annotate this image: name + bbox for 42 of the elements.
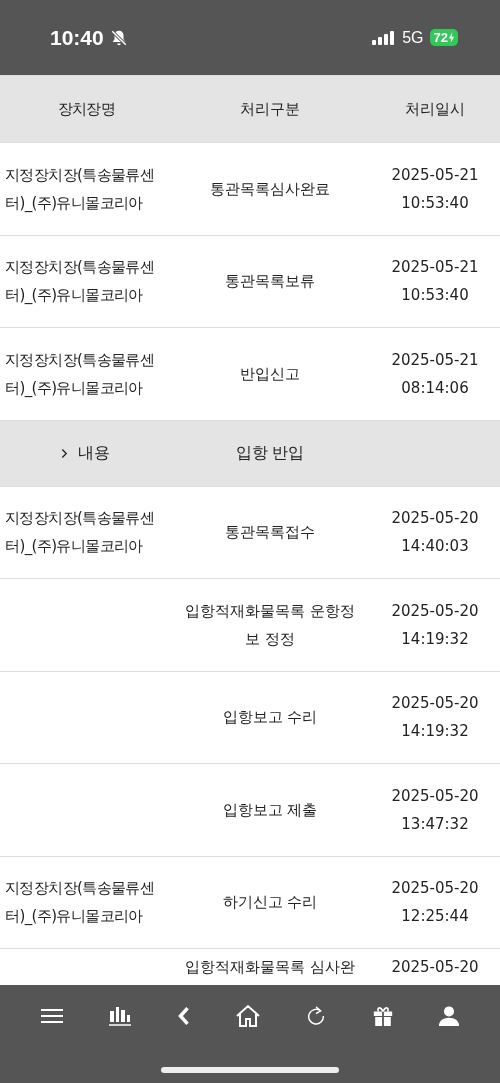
gift-icon[interactable] bbox=[371, 1005, 394, 1027]
bar-chart-icon[interactable] bbox=[108, 1006, 133, 1026]
table-cell-text: 지정장치장(특송물류센터)_(주)유니몰코리아 bbox=[5, 878, 156, 928]
home-icon[interactable] bbox=[235, 1004, 261, 1028]
table-cell-text: 지정장치장(특송물류센터)_(주)유니몰코리아 bbox=[5, 257, 156, 307]
table-cell-text: 2025-05-20 14:40:03 bbox=[391, 508, 479, 558]
table-cell-text: 2025-05-21 08:14:06 bbox=[391, 349, 479, 399]
signal-icon bbox=[372, 30, 395, 45]
expand-toggle[interactable]: 내용 bbox=[0, 442, 170, 464]
battery-indicator: 72 bbox=[429, 29, 458, 46]
column-header: 장치장명 bbox=[56, 99, 117, 120]
menu-icon[interactable] bbox=[40, 1008, 65, 1024]
column-header: 처리일시 bbox=[404, 99, 466, 120]
table-cell-text: 반입신고 bbox=[240, 363, 300, 385]
table-cell-text: 통관목록심사완료 bbox=[210, 178, 330, 200]
table-cell-text: 2025-05-21 10:53:40 bbox=[391, 257, 479, 307]
table-cell-text: 2025-05-20 12:25:44 bbox=[391, 878, 479, 928]
table-cell-text: 2025-05-20 14:19:32 bbox=[391, 693, 479, 743]
column-header: 처리구분 bbox=[239, 99, 301, 120]
table-cell-text: 입항적재화물목록 심사완 bbox=[185, 957, 355, 978]
table-cell-text: 입항보고 수리 bbox=[222, 707, 318, 729]
back-icon[interactable] bbox=[176, 1005, 191, 1027]
table-cell-text: 지정장치장(특송물류센터)_(주)유니몰코리아 bbox=[5, 164, 156, 214]
network-label: 5G bbox=[402, 28, 424, 47]
table-cell-text: 지정장치장(특송물류센터)_(주)유니몰코리아 bbox=[5, 349, 156, 399]
table-cell-text: 지정장치장(특송물류센터)_(주)유니몰코리아 bbox=[5, 508, 156, 558]
table-cell-text: 2025-05-21 10:53:40 bbox=[391, 164, 479, 214]
table-cell-text: 2025-05-20 bbox=[391, 957, 479, 978]
table-cell-text: 통관목록보류 bbox=[225, 271, 315, 293]
section-label: 내용 bbox=[77, 442, 110, 464]
section-value: 입항 반입 bbox=[234, 442, 306, 464]
table-cell-text: 입항적재화물목록 운항정보 정정 bbox=[184, 600, 356, 650]
user-icon[interactable] bbox=[437, 1005, 460, 1027]
section-row[interactable]: 내용 입항 반입 bbox=[0, 420, 500, 487]
chevron-icon bbox=[60, 447, 68, 459]
clock-time: 10:40 bbox=[50, 25, 104, 50]
table-cell-text: 입항보고 제출 bbox=[222, 799, 318, 821]
table-cell-text: 2025-05-20 13:47:32 bbox=[391, 785, 479, 835]
muted-bell-icon bbox=[109, 28, 128, 47]
table-cell-text: 2025-05-20 14:19:32 bbox=[391, 600, 479, 650]
table-cell-text: 하기신고 수리 bbox=[222, 892, 318, 914]
table-cell-text: 통관목록접수 bbox=[225, 522, 315, 544]
